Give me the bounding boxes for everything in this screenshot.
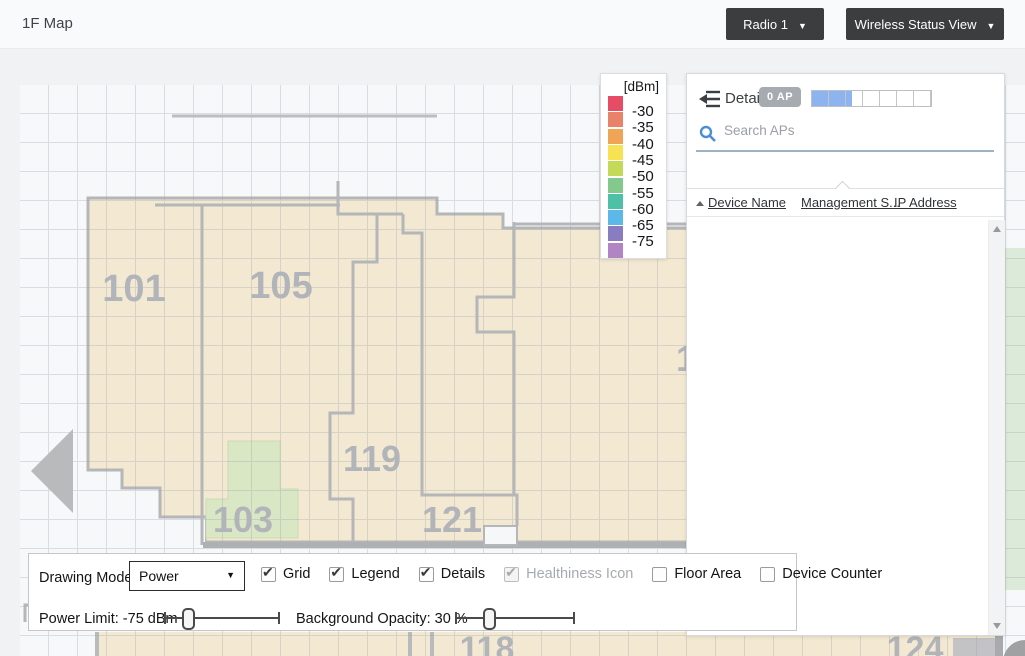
search-icon [699, 125, 716, 142]
checkbox-legend[interactable]: Legend [329, 564, 400, 582]
top-bar: 1F Map Radio 1 Wireless Status View [0, 0, 1025, 49]
checkbox-icon [652, 566, 668, 582]
view-mode-dropdown-button[interactable]: Wireless Status View [846, 8, 1004, 40]
legend-title: [dBm] [623, 79, 659, 94]
checkbox-label: Healthiness Icon [526, 566, 634, 582]
checkbox-icon [504, 564, 520, 582]
legend-swatch [608, 161, 623, 177]
drawing-mode-select[interactable]: Power [129, 561, 245, 591]
legend-tick: -55 [632, 184, 654, 202]
column-management[interactable]: Management S... [801, 195, 900, 210]
legend-tick: -45 [632, 151, 654, 169]
checkbox-label: Floor Area [674, 566, 742, 582]
legend-swatch [608, 226, 623, 242]
sort-asc-icon [696, 201, 704, 206]
search-input[interactable] [722, 122, 926, 139]
checkbox-label: Grid [283, 566, 311, 582]
ap-count-badge: 0 AP [759, 87, 802, 107]
legend-swatch [608, 193, 623, 209]
details-panel: Details 0 AP Device Name Management S...… [686, 73, 1005, 636]
legend-swatch [608, 210, 623, 226]
checkbox-device-counter[interactable]: Device Counter [760, 566, 882, 582]
column-device-name[interactable]: Device Name [708, 195, 786, 210]
doorway-gap [483, 525, 518, 546]
view-mode-dropdown-label: Wireless Status View [854, 16, 977, 32]
radio-dropdown-label: Radio 1 [743, 16, 788, 32]
slider-thumb[interactable] [182, 608, 196, 630]
chevron-down-icon [986, 17, 995, 32]
checkbox-label: Details [440, 566, 486, 582]
checkbox-row: Grid Legend Details Healthiness Icon Flo… [261, 564, 882, 582]
checkbox-label: Legend [351, 566, 400, 582]
scroll-up-icon[interactable] [993, 226, 1001, 232]
room-label-118: 118 [460, 630, 515, 656]
power-limit-slider[interactable] [164, 608, 280, 630]
legend-tick: -30 [632, 103, 654, 120]
room-label-103: 103 [213, 499, 273, 540]
ap-capacity-bar [811, 90, 932, 107]
background-opacity-slider[interactable] [455, 608, 575, 630]
legend-tick: -50 [632, 168, 654, 186]
checkbox-icon [760, 566, 776, 582]
legend-swatch [608, 144, 623, 160]
checkbox-details[interactable]: Details [418, 564, 486, 582]
room-label-119: 119 [343, 438, 401, 479]
drawing-mode-value: Power [139, 568, 179, 584]
page-title: 1F Map [22, 15, 73, 32]
room-label-121: 121 [422, 499, 482, 540]
legend-swatch [608, 96, 623, 111]
checkbox-icon [329, 564, 345, 582]
table-header-row: Device Name Management S... IP Address [687, 189, 1004, 217]
dbm-legend: [dBm] -30 -35 -40 -45 -50 -55 -60 -65 -7… [600, 73, 667, 259]
legend-tick: -75 [632, 233, 654, 251]
checkbox-icon [418, 564, 434, 582]
legend-tick: -60 [632, 200, 654, 218]
column-ip-address[interactable]: IP Address [894, 195, 957, 210]
checkbox-icon [261, 564, 276, 582]
room-label-105: 105 [249, 265, 312, 307]
legend-tick: -40 [632, 135, 654, 153]
power-limit-label: Power Limit: -75 dBm [39, 611, 178, 627]
drawing-controls-bar: Drawing Mode: Power Grid Legend Details … [28, 553, 882, 631]
legend-swatch [608, 242, 623, 258]
scroll-down-icon[interactable] [993, 623, 1001, 629]
search-field [696, 118, 994, 152]
legend-tick: -65 [632, 217, 654, 235]
collapse-panel-icon[interactable] [698, 89, 722, 109]
checkbox-healthiness-icon: Healthiness Icon [504, 564, 634, 582]
slider-thumb[interactable] [483, 608, 497, 630]
radio-dropdown-button[interactable]: Radio 1 [726, 8, 824, 40]
checkbox-grid[interactable]: Grid [261, 564, 311, 582]
background-opacity-label: Background Opacity: 30 % [296, 611, 468, 627]
legend-swatch [608, 128, 623, 144]
legend-tick: -35 [632, 119, 654, 137]
room-label-101: 101 [102, 268, 165, 310]
table-scrollbar[interactable] [988, 220, 1005, 635]
checkbox-floor-area[interactable]: Floor Area [652, 566, 741, 582]
drawing-mode-label: Drawing Mode: [39, 570, 137, 586]
legend-swatch [608, 177, 623, 193]
ap-capacity-segments [812, 91, 931, 106]
legend-swatch [608, 112, 623, 128]
chevron-down-icon [798, 17, 807, 32]
checkbox-label: Device Counter [782, 566, 883, 582]
